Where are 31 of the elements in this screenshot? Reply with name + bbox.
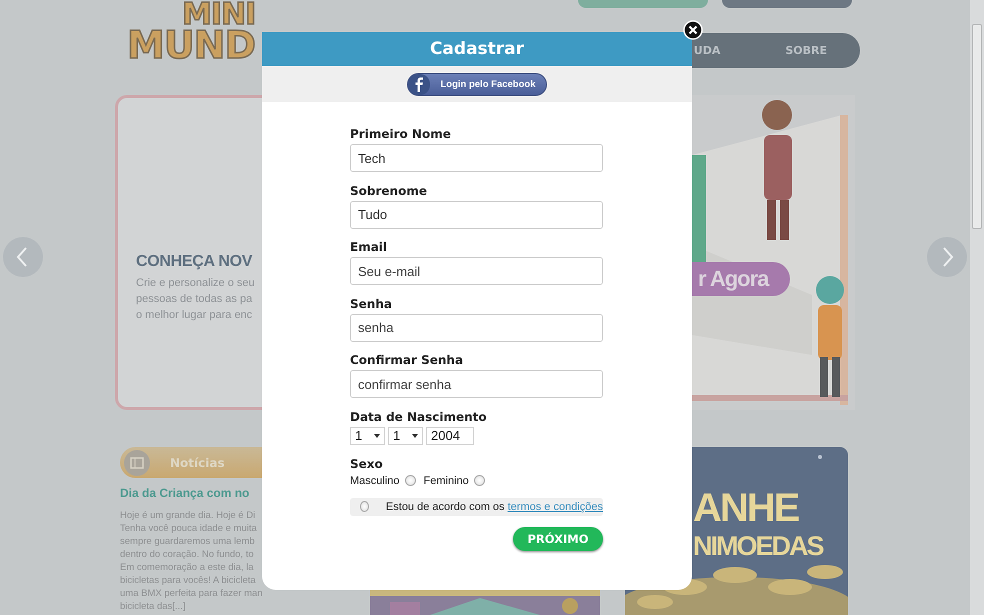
input-field[interactable]: senha bbox=[350, 314, 603, 342]
option-label: Masculino bbox=[350, 474, 400, 486]
banner-text: NIMOEDAS bbox=[693, 530, 823, 563]
banner-text: ANHE bbox=[693, 487, 798, 529]
terms-text: Estou de acordo com os termos e condições bbox=[386, 500, 603, 512]
hero-text: Crie e personalize o seu pessoas de todas as pa o melhor lugar para enc bbox=[136, 276, 255, 322]
hero-title: CONHEÇA NOV bbox=[136, 252, 252, 270]
field-label: Senha bbox=[350, 296, 393, 312]
field-label: Confirmar Senha bbox=[350, 352, 464, 368]
facebook-login-button[interactable]: Login pelo Facebook bbox=[407, 72, 546, 96]
nav-link[interactable]: UDA bbox=[694, 44, 720, 57]
input-field[interactable]: Tudo bbox=[350, 200, 603, 228]
news-heading: Notícias bbox=[170, 456, 225, 470]
field-label: Data de Nascimento bbox=[350, 408, 488, 424]
input-field[interactable]: Tech bbox=[350, 144, 603, 172]
field-label: Sexo bbox=[350, 456, 384, 472]
dropdown[interactable]: 2004 bbox=[426, 426, 474, 444]
dialog-title: Cadastrar bbox=[430, 39, 524, 59]
nav-link[interactable]: SOBRE bbox=[785, 44, 827, 57]
logo: MINI MUND bbox=[127, 0, 256, 60]
field-label: Sobrenome bbox=[350, 182, 428, 198]
dropdown[interactable]: 1 bbox=[350, 426, 385, 444]
dropdown[interactable]: 1 bbox=[388, 426, 423, 444]
input-field[interactable]: confirmar senha bbox=[350, 370, 603, 398]
field-label: Primeiro Nome bbox=[350, 126, 452, 142]
input-field[interactable]: Seu e-mail bbox=[350, 257, 603, 285]
news-text: Hoje é um grande dia. Hoje é Di Tenha você pouca idade e muita sempre guardaremos uma lemb dentro do coração. No fundo, to Em comemoração a este dia, la bicicletas para vocês! A bicicleta uma BMX perfeita para fazer man bicicleta das[...] bbox=[120, 509, 263, 613]
next-button[interactable]: PRÓXIMO bbox=[513, 526, 603, 550]
option-label: Feminino bbox=[424, 474, 469, 486]
field-label: Email bbox=[350, 239, 388, 255]
terms-link[interactable]: termos e condições bbox=[508, 500, 603, 512]
